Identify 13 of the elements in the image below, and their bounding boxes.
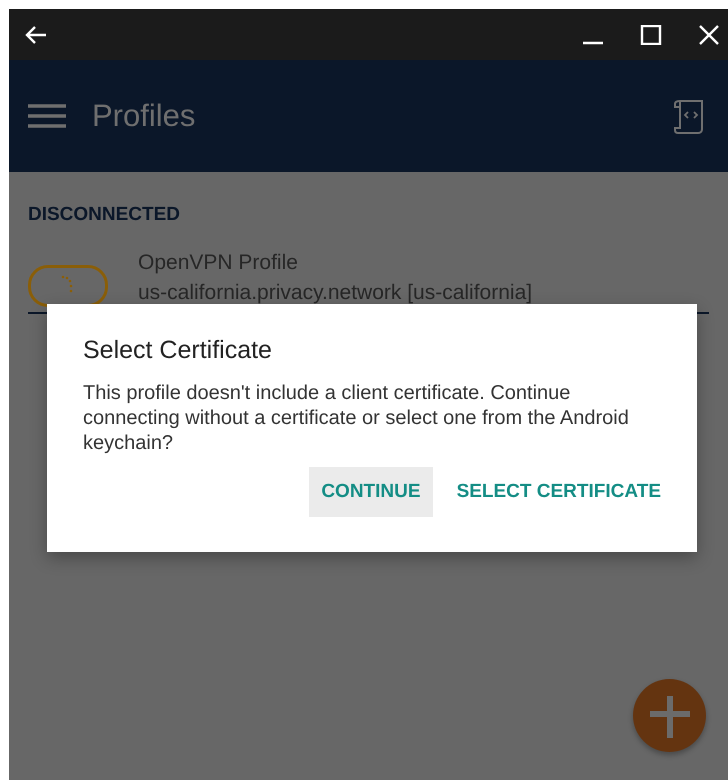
dialog-message: This profile doesn't include a client certificate. Continue connecting without a certificate or select one from the Android keychain? <box>83 381 630 456</box>
dialog-title: Select Certificate <box>83 336 273 365</box>
profile-server: us-california.privacy.network [us-california] <box>138 281 532 305</box>
close-icon[interactable] <box>698 24 720 44</box>
section-heading: DISCONNECTED <box>28 204 182 226</box>
dialog-button[interactable]: CONTINUE <box>309 467 433 517</box>
plus-icon <box>650 694 690 738</box>
dialog-button[interactable]: SELECT CERTIFICATE <box>444 467 673 517</box>
app-title: Profiles <box>92 98 196 134</box>
maximize-icon[interactable] <box>640 24 662 44</box>
back-arrow-icon[interactable] <box>25 24 47 44</box>
profile-name: OpenVPN Profile <box>138 251 299 275</box>
menu-icon[interactable] <box>27 103 67 129</box>
